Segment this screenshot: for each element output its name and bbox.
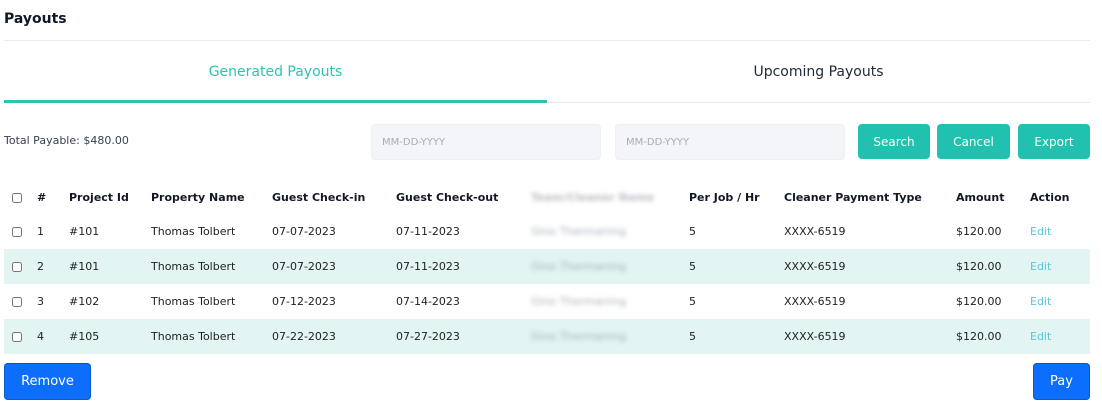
per-job-hr: 5 [689, 295, 696, 308]
row-select-cell [4, 284, 37, 319]
edit-link[interactable]: Edit [1030, 295, 1051, 308]
team-cleaner-cell: Gino Thermaning [531, 249, 689, 284]
team-cleaner-cell: Gino Thermaning [531, 214, 689, 249]
total-payable: Total Payable: $480.00 [4, 134, 129, 147]
header-project-id: Project Id [69, 190, 129, 204]
cleaner-payment-type: XXXX-6519 [784, 319, 956, 354]
per-job-hr: 5 [689, 225, 696, 238]
start-date-input[interactable] [371, 124, 601, 160]
pay-button[interactable]: Pay [1033, 363, 1090, 400]
edit-link[interactable]: Edit [1030, 330, 1051, 343]
remove-button[interactable]: Remove [4, 363, 91, 400]
select-all-cell [4, 180, 37, 214]
guest-checkout: 07-11-2023 [396, 225, 460, 238]
team-cleaner-name: Gino Thermaning [531, 260, 627, 273]
table-row: 3 #102 Thomas Tolbert 07-12-2023 07-14-2… [4, 284, 1090, 319]
header-guest-checkout: Guest Check-out [396, 190, 499, 204]
end-date-input[interactable] [615, 124, 845, 160]
header-team-cleaner-label: Team/Cleaner Name [531, 190, 655, 204]
search-button[interactable]: Search [858, 124, 930, 159]
row-number: 2 [37, 249, 69, 284]
row-number: 4 [37, 319, 69, 354]
project-id: #105 [69, 319, 151, 354]
project-id: #101 [69, 225, 100, 238]
cleaner-payment-type: XXXX-6519 [784, 249, 956, 284]
cleaner-payment-type: XXXX-6519 [784, 295, 846, 308]
guest-checkout: 07-27-2023 [396, 319, 531, 354]
team-cleaner-name: Gino Thermaning [531, 295, 627, 308]
header-payment-type: Cleaner Payment Type [784, 190, 922, 204]
table-header-row: # Project Id Property Name Guest Check-i… [4, 180, 1090, 214]
title-divider [4, 40, 1090, 41]
payouts-table: # Project Id Property Name Guest Check-i… [4, 180, 1090, 354]
action-cell: Edit [1030, 284, 1090, 319]
team-cleaner-cell: Gino Thermaning [531, 284, 689, 319]
property-name: Thomas Tolbert [151, 225, 236, 238]
team-cleaner-name: Gino Thermaning [531, 330, 627, 343]
header-action: Action [1030, 190, 1070, 204]
amount: $120.00 [956, 319, 1030, 354]
row-checkbox[interactable] [12, 297, 22, 307]
row-select-cell [4, 214, 37, 249]
amount: $120.00 [956, 295, 1002, 308]
action-cell: Edit [1030, 319, 1090, 354]
guest-checkin: 07-07-2023 [272, 225, 336, 238]
amount: $120.00 [956, 225, 1002, 238]
header-team-cleaner-name: Team/Cleaner Name [531, 180, 689, 214]
header-property-name: Property Name [151, 190, 245, 204]
action-cell: Edit [1030, 214, 1090, 249]
per-job-hr: 5 [689, 319, 784, 354]
table-row: 2 #101 Thomas Tolbert 07-07-2023 07-11-2… [4, 249, 1090, 284]
cancel-button[interactable]: Cancel [937, 124, 1010, 159]
export-button[interactable]: Export [1018, 124, 1090, 159]
guest-checkin: 07-07-2023 [272, 249, 396, 284]
guest-checkout: 07-14-2023 [396, 295, 460, 308]
header-per-job: Per Job / Hr [689, 190, 760, 204]
property-name: Thomas Tolbert [151, 319, 272, 354]
tab-generated-payouts[interactable]: Generated Payouts [4, 54, 547, 103]
team-cleaner-name: Gino Thermaning [531, 225, 627, 238]
guest-checkout: 07-11-2023 [396, 249, 531, 284]
header-guest-checkin: Guest Check-in [272, 190, 366, 204]
table-row: 4 #105 Thomas Tolbert 07-22-2023 07-27-2… [4, 319, 1090, 354]
row-select-cell [4, 319, 37, 354]
row-checkbox[interactable] [12, 227, 22, 237]
guest-checkin: 07-12-2023 [272, 295, 336, 308]
row-select-cell [4, 249, 37, 284]
select-all-checkbox[interactable] [12, 192, 22, 203]
cleaner-payment-type: XXXX-6519 [784, 225, 846, 238]
row-checkbox[interactable] [12, 332, 22, 342]
payout-tabs: Generated Payouts Upcoming Payouts [4, 54, 1090, 103]
table-row: 1 #101 Thomas Tolbert 07-07-2023 07-11-2… [4, 214, 1090, 249]
edit-link[interactable]: Edit [1030, 260, 1051, 273]
project-id: #101 [69, 249, 151, 284]
header-number: # [37, 190, 47, 204]
row-number: 3 [37, 295, 44, 308]
team-cleaner-cell: Gino Thermaning [531, 319, 689, 354]
page-title: Payouts [4, 11, 67, 27]
property-name: Thomas Tolbert [151, 249, 272, 284]
per-job-hr: 5 [689, 249, 784, 284]
action-cell: Edit [1030, 249, 1090, 284]
row-checkbox[interactable] [12, 262, 22, 272]
header-amount: Amount [956, 190, 1005, 204]
row-number: 1 [37, 225, 44, 238]
amount: $120.00 [956, 249, 1030, 284]
edit-link[interactable]: Edit [1030, 225, 1051, 238]
project-id: #102 [69, 295, 100, 308]
guest-checkin: 07-22-2023 [272, 319, 396, 354]
property-name: Thomas Tolbert [151, 295, 236, 308]
tab-upcoming-payouts[interactable]: Upcoming Payouts [547, 54, 1090, 102]
